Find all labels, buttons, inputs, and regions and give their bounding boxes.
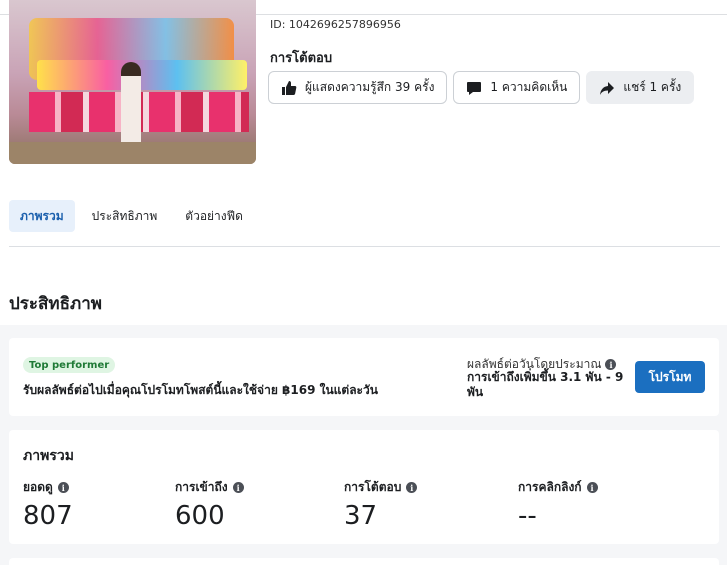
promotion-card: Top performer รับผลลัพธ์ต่อไปเมื่อคุณโปร… [9, 338, 719, 416]
metric-engagement: การโต้ตอบ i 37 [344, 478, 418, 531]
post-id: ID: 1042696257896956 [270, 18, 401, 31]
tab-bar: ภาพรวม ประสิทธิภาพ ตัวอย่างฟีด [9, 200, 254, 232]
overview-title: ภาพรวม [23, 448, 74, 464]
reactions-heading: การโต้ตอบ [270, 51, 333, 66]
metric-label-text: การโต้ตอบ [344, 480, 402, 494]
metric-label: การคลิกลิงก์ i [518, 478, 598, 497]
metric-reach: การเข้าถึง i 600 [175, 478, 244, 531]
tab-divider [9, 246, 720, 247]
promote-button[interactable]: โปรโมท [635, 361, 705, 393]
shares-button[interactable]: แชร์ 1 ครั้ง [586, 71, 695, 104]
info-icon[interactable]: i [232, 482, 244, 493]
comment-icon [467, 81, 482, 95]
metric-link-clicks: การคลิกลิงก์ i -- [518, 478, 598, 531]
info-icon[interactable]: i [57, 482, 69, 493]
reactions-button[interactable]: ผู้แสดงความรู้สึก 39 ครั้ง [268, 71, 448, 104]
comments-button[interactable]: 1 ความคิดเห็น [453, 71, 581, 104]
tab-feed-preview[interactable]: ตัวอย่างฟีด [174, 200, 254, 232]
metric-label-text: การเข้าถึง [175, 480, 228, 494]
section-title: ประสิทธิภาพ [9, 294, 102, 314]
promotion-text: รับผลลัพธ์ต่อไปเมื่อคุณโปรโมทโพสต์นี้และ… [23, 383, 378, 397]
shares-button-label: แชร์ 1 ครั้ง [623, 80, 682, 94]
info-icon[interactable]: i [586, 482, 598, 493]
engagement-buttons: ผู้แสดงความรู้สึก 39 ครั้ง 1 ความคิดเห็น… [268, 71, 695, 104]
metric-label: ยอดดู i [23, 478, 73, 497]
info-icon[interactable]: i [406, 482, 418, 493]
metric-views: ยอดดู i 807 [23, 478, 73, 531]
overview-card: ภาพรวม ยอดดู i 807 การเข้าถึง i 600 การโ… [9, 430, 719, 544]
estimate-value: การเข้าถึงเพิ่มขึ้น 3.1 พัน - 9 พัน [467, 370, 624, 399]
metric-label-text: การคลิกลิงก์ [518, 480, 582, 494]
thumbs-up-icon [282, 80, 297, 95]
metric-value: 807 [23, 501, 73, 531]
metric-value: -- [518, 501, 537, 531]
tab-performance[interactable]: ประสิทธิภาพ [81, 200, 169, 232]
comments-button-label: 1 ความคิดเห็น [490, 80, 568, 94]
post-thumbnail[interactable] [9, 0, 256, 164]
metric-value: 37 [344, 501, 378, 531]
top-performer-badge: Top performer [23, 357, 116, 373]
metric-label-text: ยอดดู [23, 480, 53, 494]
reactions-button-label: ผู้แสดงความรู้สึก 39 ครั้ง [305, 80, 435, 94]
thumbnail-floor [9, 142, 256, 164]
metric-value: 600 [175, 501, 225, 531]
thumbnail-sign [37, 60, 247, 90]
tab-overview[interactable]: ภาพรวม [9, 200, 75, 232]
info-icon[interactable]: i [605, 359, 617, 370]
metric-label: การเข้าถึง i [175, 478, 244, 497]
share-icon [600, 81, 615, 95]
next-card [9, 558, 719, 565]
thumbnail-person [121, 62, 141, 154]
metric-label: การโต้ตอบ i [344, 478, 418, 497]
